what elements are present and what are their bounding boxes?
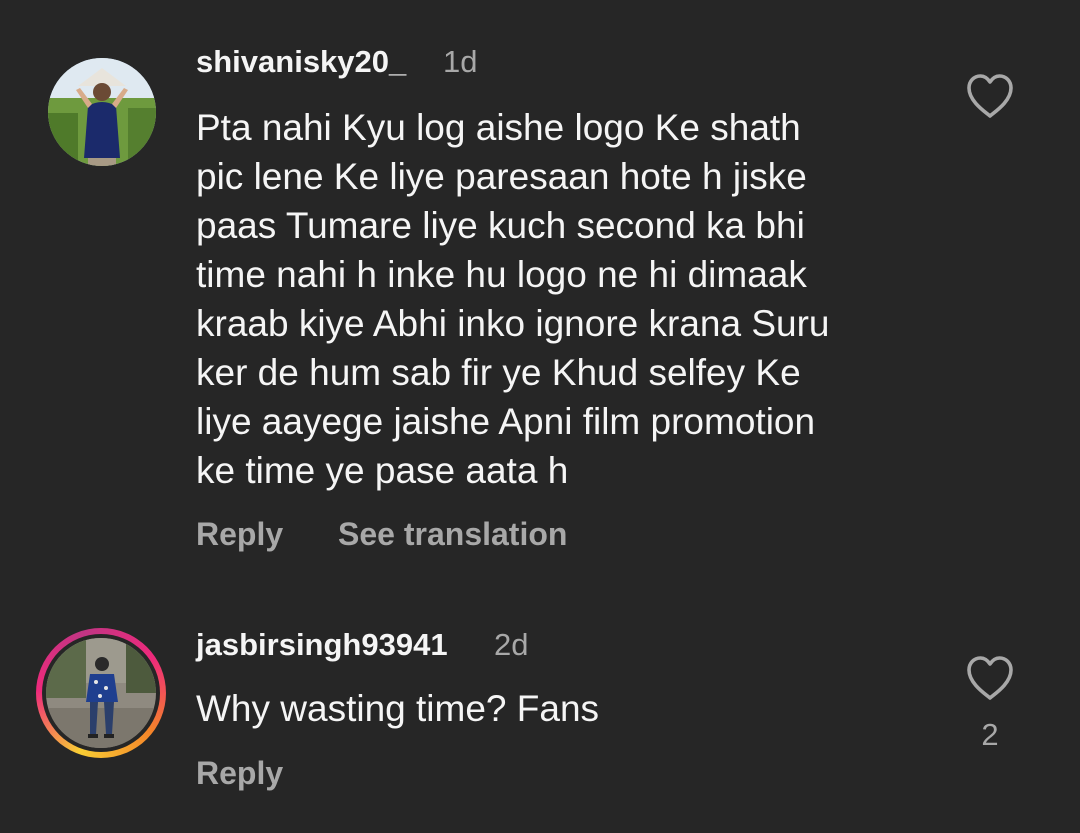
comment-username[interactable]: jasbirsingh93941 bbox=[196, 627, 448, 663]
comment-username[interactable]: shivanisky20_ bbox=[196, 44, 406, 80]
reply-button[interactable]: Reply bbox=[196, 755, 283, 791]
like-count[interactable]: 2 bbox=[965, 717, 1015, 753]
comment-text: Pta nahi Kyu log aishe logo Ke shath pic… bbox=[196, 107, 830, 491]
comment-timestamp: 1d bbox=[443, 44, 478, 79]
reply-button[interactable]: Reply bbox=[196, 516, 283, 552]
comment-actions: Reply bbox=[196, 755, 283, 792]
comment-item: shivanisky20_ 1d Pta nahi Kyu log aishe … bbox=[0, 0, 1080, 600]
comment-timestamp: 2d bbox=[494, 627, 529, 662]
avatar[interactable] bbox=[48, 58, 156, 166]
comments-list: shivanisky20_ 1d Pta nahi Kyu log aishe … bbox=[0, 0, 1080, 833]
comment-actions: Reply See translation bbox=[196, 516, 567, 553]
heart-outline-icon[interactable] bbox=[965, 655, 1015, 701]
story-ring[interactable] bbox=[36, 628, 166, 758]
heart-outline-icon[interactable] bbox=[965, 73, 1015, 119]
comment-text: Why wasting time? Fans bbox=[196, 688, 600, 729]
see-translation-button[interactable]: See translation bbox=[338, 516, 567, 552]
comment-item: jasbirsingh93941 2d Why wasting time? Fa… bbox=[0, 600, 1080, 833]
avatar[interactable] bbox=[46, 638, 156, 748]
